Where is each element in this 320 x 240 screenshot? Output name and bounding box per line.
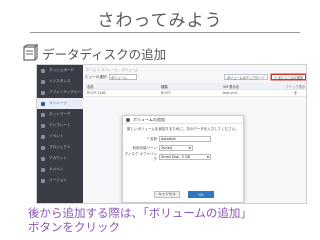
toolbar: ビューの選択 ボリューム ボリュームのアップロード + ボリュームの追加 — [85, 73, 306, 81]
title-divider — [30, 32, 300, 33]
sidebar-item-label: プロジェクト — [49, 145, 71, 149]
disk-offering-label: ディスク オファリング — [124, 152, 157, 161]
cancel-button[interactable]: キャンセル — [154, 191, 180, 198]
sidebar-item-affinity[interactable]: アフィニティグループ — [37, 87, 85, 98]
slide-title: さわってみよう — [97, 11, 223, 31]
caption-line-1: 後から追加する際は、「ボリュームの追加」 — [28, 206, 252, 220]
add-volume-button[interactable]: + ボリュームの追加 — [270, 74, 306, 80]
sidebar-item-accounts[interactable]: アカウント — [37, 153, 83, 164]
sidebar-item-domains[interactable]: ドメイン — [37, 164, 83, 175]
name-row: * 名前 datadisk — [123, 135, 243, 143]
dialog-description: 新しいボリュームを追加するために、次のデータを入力してください。 — [127, 127, 239, 131]
dialog-buttons: キャンセル OK — [123, 191, 245, 198]
app-screenshot: ダッシュボード インスタンス アフィニティグループ ストレージ ネットワーク テ… — [36, 64, 307, 204]
sidebar-item-projects[interactable]: プロジェクト — [37, 142, 83, 153]
caption-line-2: ボタンをクリック — [28, 220, 120, 234]
disk-offering-row: ディスク オファリング Small Disk, 5 GB ▼ — [123, 152, 243, 161]
chevron-down-icon: ▼ — [188, 146, 191, 150]
sidebar-item-label: ネットワーク — [49, 112, 71, 116]
dialog-header: ボリュームの追加 — [123, 116, 243, 124]
dashboard-icon — [41, 68, 45, 73]
name-value: datadisk — [161, 137, 176, 141]
sidebar-item-label: イベント — [49, 134, 64, 138]
domain-icon — [41, 167, 45, 172]
chevron-down-icon: ▼ — [206, 155, 209, 159]
project-icon — [41, 145, 45, 150]
breadcrumb[interactable]: ホーム > ストレージ - ボリューム — [86, 67, 138, 72]
disk-offering-select[interactable]: Small Disk, 5 GB ▼ — [159, 154, 211, 160]
zone-row: 利用可能ゾーン Zone4 ▼ — [123, 144, 243, 152]
cell-type: ROOT — [161, 91, 171, 95]
slide: さわってみよう データディスクの追加 ダッシュボード インスタンス アフィニティ… — [0, 0, 320, 240]
zone-select[interactable]: Zone4 ▼ — [159, 145, 193, 151]
name-input[interactable]: datadisk — [159, 136, 211, 142]
volume-icon — [126, 117, 130, 122]
sidebar-item-storage[interactable]: ストレージ — [37, 98, 83, 109]
sidebar-item-instances[interactable]: インスタンス — [37, 76, 83, 87]
sidebar: ダッシュボード インスタンス アフィニティグループ ストレージ ネットワーク テ… — [37, 65, 85, 203]
disk-icon — [23, 44, 38, 61]
name-label: * 名前 — [147, 136, 157, 141]
sidebar-item-label: リージョン — [49, 178, 67, 182]
section-label: データディスクの追加 — [42, 46, 167, 62]
sidebar-item-dashboard[interactable]: ダッシュボード — [37, 65, 83, 76]
disk-offering-value: Small Disk, 5 GB — [161, 155, 191, 159]
dialog-title: ボリュームの追加 — [133, 116, 165, 122]
view-select[interactable]: ボリューム — [108, 74, 137, 80]
view-select-value: ボリューム — [110, 75, 127, 80]
cell-vm: test-vm1 — [223, 91, 238, 95]
instance-icon — [41, 79, 45, 84]
upload-volume-button[interactable]: ボリュームのアップロード — [223, 74, 268, 80]
account-icon — [41, 156, 45, 161]
sidebar-item-network[interactable]: ネットワーク — [37, 109, 83, 120]
sidebar-item-label: アフィニティグループ — [49, 90, 85, 94]
sidebar-item-label: アカウント — [49, 156, 67, 160]
network-icon — [41, 112, 45, 117]
table-row[interactable]: ROOT-1482 ROOT test-vm1 + — [85, 90, 306, 97]
sidebar-item-templates[interactable]: テンプレート — [37, 120, 83, 131]
column-header-type[interactable]: 種類 — [159, 84, 221, 89]
add-volume-dialog: ボリュームの追加 新しいボリュームを追加するために、次のデータを入力してください… — [122, 115, 244, 203]
ok-button[interactable]: OK — [188, 191, 214, 198]
sidebar-item-label: インスタンス — [49, 79, 71, 83]
zone-value: Zone4 — [161, 146, 173, 150]
storage-icon — [41, 101, 45, 106]
slide-caption: 後から追加する際は、「ボリュームの追加」 ボタンをクリック — [28, 206, 252, 234]
sidebar-item-regions[interactable]: リージョン — [37, 175, 83, 186]
column-header-vm[interactable]: VM 表示名 — [221, 84, 283, 89]
affinity-icon — [41, 90, 45, 95]
template-icon — [41, 123, 45, 128]
table-header: 名前 種類 VM 表示名 クイック表示 — [85, 83, 306, 90]
column-header-quickview: クイック表示 — [285, 84, 306, 89]
quickview-plus-icon[interactable]: + — [283, 90, 306, 97]
column-header-name[interactable]: 名前 — [85, 84, 159, 89]
sidebar-item-events[interactable]: イベント — [37, 131, 83, 142]
section-header: データディスクの追加 — [22, 42, 166, 64]
sidebar-item-label: テンプレート — [49, 123, 71, 127]
cell-name: ROOT-1482 — [87, 91, 106, 95]
sidebar-item-label: ドメイン — [49, 167, 64, 171]
sidebar-item-label: ダッシュボード — [49, 68, 75, 72]
region-icon — [41, 178, 45, 183]
view-select-label: ビューの選択 — [85, 74, 107, 79]
sidebar-item-label: ストレージ — [49, 101, 67, 105]
event-icon — [41, 134, 45, 139]
volume-table: 名前 種類 VM 表示名 クイック表示 ROOT-1482 ROOT test-… — [85, 83, 306, 97]
zone-label: 利用可能ゾーン — [132, 145, 157, 150]
